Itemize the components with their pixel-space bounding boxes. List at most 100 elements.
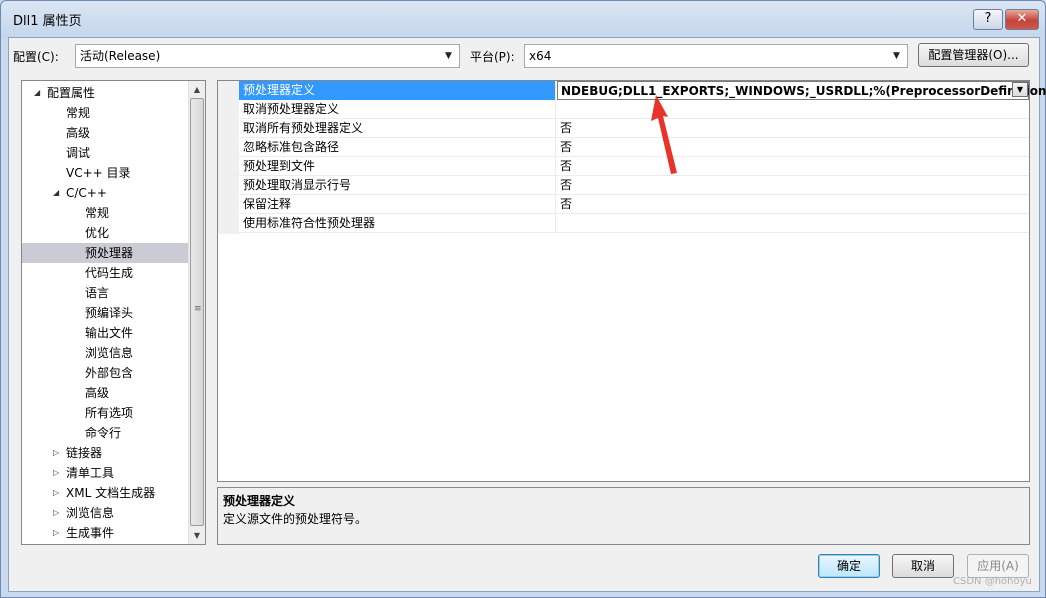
tree-item[interactable]: ▷ 生成事件	[22, 523, 189, 543]
value-dropdown-icon[interactable]: ▼	[1012, 82, 1028, 97]
collapsed-icon[interactable]: ▷	[53, 463, 59, 483]
property-name: 取消所有预处理器定义	[239, 119, 556, 138]
config-dropdown[interactable]: 活动(Release) ▼	[75, 44, 460, 68]
config-label: 配置(C):	[13, 50, 59, 64]
property-name: 预处理器定义	[239, 81, 556, 100]
property-value[interactable]	[557, 214, 1029, 233]
expanded-icon[interactable]: ◢	[34, 83, 40, 103]
tree-item[interactable]: VC++ 目录	[22, 163, 189, 183]
grip-icon: ≡	[194, 304, 202, 314]
tree-item[interactable]: 输出文件	[22, 323, 189, 343]
tree-item[interactable]: ◢ C/C++	[22, 183, 189, 203]
scroll-thumb[interactable]: ≡	[190, 98, 204, 526]
close-button[interactable]: ✕	[1005, 9, 1039, 30]
scroll-up-icon[interactable]: ▲	[189, 81, 205, 98]
collapsed-icon[interactable]: ▷	[53, 483, 59, 503]
tree-item-label: VC++ 目录	[66, 166, 131, 180]
property-row[interactable]: 保留注释否	[239, 195, 1029, 214]
property-tree: ◢ 配置属性 常规 高级 调试 VC++ 目录 ◢ C/C++ 常规 优化 预处理器 代码生成 语言 预编…	[21, 80, 206, 545]
property-name: 保留注释	[239, 195, 556, 214]
tree-item-label: 链接器	[66, 446, 103, 460]
property-value[interactable]: 否	[557, 195, 1029, 214]
tree-item-label: 输出文件	[85, 326, 134, 340]
tree-item[interactable]: ▷ 清单工具	[22, 463, 189, 483]
description-text: 定义源文件的预处理符号。	[223, 512, 368, 526]
tree-item-label: 浏览信息	[85, 346, 134, 360]
tree-item[interactable]: 优化	[22, 223, 189, 243]
tree-item-label: 外部包含	[85, 366, 134, 380]
tree-item[interactable]: ▷ 链接器	[22, 443, 189, 463]
property-row[interactable]: 忽略标准包含路径否	[239, 138, 1029, 157]
help-button[interactable]: ?	[973, 9, 1003, 30]
property-row[interactable]: 取消所有预处理器定义否	[239, 119, 1029, 138]
property-grid: 预处理器定义 NDEBUG;DLL1_EXPORTS;_WINDOWS;_USRD…	[217, 80, 1046, 482]
chevron-down-icon: ▼	[445, 51, 452, 61]
property-pages-window: Dll1 属性页 ? ✕ 配置(C): 活动(Release) ▼ 平台(P):…	[0, 0, 1046, 598]
tree-item-label: 常规	[85, 206, 110, 220]
chevron-down-icon: ▼	[893, 51, 900, 61]
property-row[interactable]: 取消预处理器定义	[239, 100, 1029, 119]
tree-item-label: 浏览信息	[66, 506, 115, 520]
title-bar[interactable]: Dll1 属性页 ? ✕	[1, 1, 1045, 37]
tree-item[interactable]: 代码生成	[22, 263, 189, 283]
property-value[interactable]: 否	[557, 138, 1029, 157]
expanded-icon[interactable]: ◢	[53, 183, 59, 203]
collapsed-icon[interactable]: ▷	[53, 523, 59, 543]
tree-item[interactable]: ▷ XML 文档生成器	[22, 483, 189, 503]
tree-item-label: 代码生成	[85, 266, 134, 280]
property-name: 取消预处理器定义	[239, 100, 556, 119]
tree-item[interactable]: 常规	[22, 103, 189, 123]
tree-item-label: 预处理器	[85, 246, 134, 260]
tree-item[interactable]: 浏览信息	[22, 343, 189, 363]
window-title: Dll1 属性页	[13, 14, 82, 29]
tree-item[interactable]: 预处理器	[22, 243, 189, 263]
tree-item-label: 语言	[85, 286, 110, 300]
property-row[interactable]: 预处理取消显示行号否	[239, 176, 1029, 195]
property-value[interactable]: 否	[557, 119, 1029, 138]
tree-item[interactable]: 高级	[22, 123, 189, 143]
tree-item[interactable]: 高级	[22, 383, 189, 403]
property-name: 使用标准符合性预处理器	[239, 214, 556, 233]
collapsed-icon[interactable]: ▷	[53, 443, 59, 463]
property-name: 预处理到文件	[239, 157, 556, 176]
tree-item[interactable]: ◢ 配置属性	[22, 83, 189, 103]
description-panel: 预处理器定义 定义源文件的预处理符号。	[217, 487, 1030, 545]
platform-dropdown[interactable]: x64 ▼	[524, 44, 908, 68]
property-name: 忽略标准包含路径	[239, 138, 556, 157]
property-name: 预处理取消显示行号	[239, 176, 556, 195]
annotation-arrow	[651, 95, 677, 174]
tree-item-label: XML 文档生成器	[66, 486, 156, 500]
platform-label: 平台(P):	[470, 50, 515, 64]
tree-item-label: 清单工具	[66, 466, 115, 480]
tree-item[interactable]: 外部包含	[22, 363, 189, 383]
apply-button[interactable]: 应用(A)	[967, 554, 1029, 578]
config-manager-button[interactable]: 配置管理器(O)...	[918, 43, 1029, 67]
scroll-down-icon[interactable]: ▼	[189, 527, 205, 544]
tree-item-label: 命令行	[85, 426, 122, 440]
tree-item[interactable]: 调试	[22, 143, 189, 163]
tree-item[interactable]: 所有选项	[22, 403, 189, 423]
dialog-client-area: 配置(C): 活动(Release) ▼ 平台(P): x64 ▼ 配置管理器(…	[8, 37, 1046, 592]
tree-item[interactable]: 常规	[22, 203, 189, 223]
ok-button[interactable]: 确定	[818, 554, 880, 578]
watermark: CSDN @hohoyu	[953, 576, 1032, 587]
property-value[interactable]	[557, 100, 1029, 119]
tree-item[interactable]: 命令行	[22, 423, 189, 443]
property-value[interactable]: NDEBUG;DLL1_EXPORTS;_WINDOWS;_USRDLL;%(P…	[557, 81, 1046, 100]
tree-item[interactable]: 预编译头	[22, 303, 189, 323]
tree-item-label: 高级	[66, 126, 91, 140]
property-row[interactable]: 预处理到文件否	[239, 157, 1029, 176]
tree-item-label: 优化	[85, 226, 110, 240]
grid-gutter	[218, 81, 239, 234]
collapsed-icon[interactable]: ▷	[53, 503, 59, 523]
tree-item-label: 调试	[66, 146, 91, 160]
cancel-button[interactable]: 取消	[892, 554, 954, 578]
tree-item[interactable]: ▷ 浏览信息	[22, 503, 189, 523]
tree-item-label: C/C++	[66, 186, 107, 200]
property-row[interactable]: 预处理器定义 NDEBUG;DLL1_EXPORTS;_WINDOWS;_USRD…	[239, 81, 1046, 100]
property-value[interactable]: 否	[557, 157, 1029, 176]
property-value[interactable]: 否	[557, 176, 1029, 195]
tree-item[interactable]: 语言	[22, 283, 189, 303]
property-row[interactable]: 使用标准符合性预处理器	[239, 214, 1029, 233]
tree-scrollbar[interactable]: ▲ ≡ ▼	[188, 81, 205, 544]
